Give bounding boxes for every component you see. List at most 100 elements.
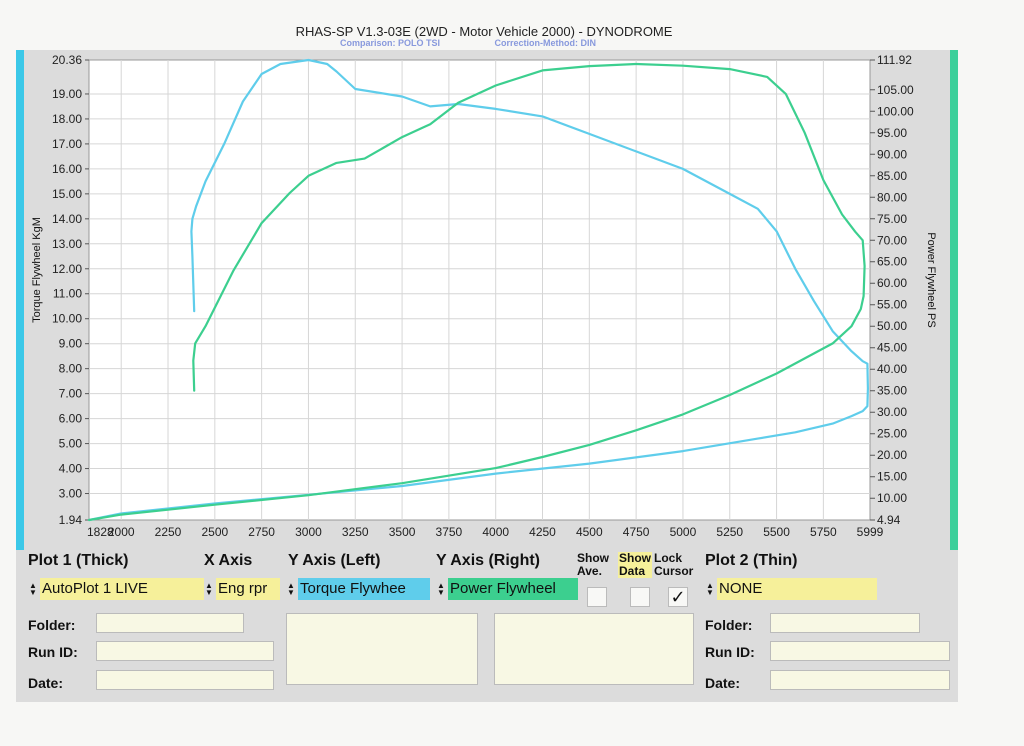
x-tick-label: 2500 xyxy=(201,525,228,539)
x-tick-label: 3000 xyxy=(295,525,322,539)
notes-box-left[interactable] xyxy=(286,613,478,685)
runid-label: Run ID: xyxy=(28,644,78,660)
xaxis-label: X Axis xyxy=(204,552,253,569)
y-tick-label: 12.00 xyxy=(52,262,82,276)
x-tick-label: 5750 xyxy=(810,525,837,539)
y2-tick-label: 70.00 xyxy=(877,233,907,247)
y2-tick-label: 60.00 xyxy=(877,276,907,290)
y-tick-label: 16.00 xyxy=(52,162,82,176)
x-tick-label: 3250 xyxy=(342,525,369,539)
plot2-select[interactable]: ▲ ▼ NONE xyxy=(705,578,877,600)
y2-tick-label: 30.00 xyxy=(877,405,907,419)
y-tick-label: 7.00 xyxy=(59,387,83,401)
folder2-input[interactable] xyxy=(770,613,920,633)
folder2-label: Folder: xyxy=(705,617,753,633)
xaxis-select[interactable]: ▲ ▼ Eng rpr xyxy=(204,578,280,600)
date-label: Date: xyxy=(28,675,64,691)
y2-tick-label: 90.00 xyxy=(877,147,907,161)
check-icon: ✓ xyxy=(670,587,686,607)
plot2-value: NONE xyxy=(717,578,877,600)
x-tick-label: 2250 xyxy=(155,525,182,539)
y2-tick-label: 4.94 xyxy=(877,513,901,527)
xaxis-value: Eng rpr xyxy=(216,578,280,600)
x-tick-label: 2000 xyxy=(108,525,135,539)
notes-box-right[interactable] xyxy=(494,613,694,685)
y2-axis-label: Power Flywheel PS xyxy=(925,232,937,327)
y2-tick-label: 10.00 xyxy=(877,491,907,505)
x-tick-label: 3500 xyxy=(389,525,416,539)
y2-tick-label: 55.00 xyxy=(877,298,907,312)
y2-tick-label: 25.00 xyxy=(877,427,907,441)
y2-tick-label: 85.00 xyxy=(877,169,907,183)
y2-tick-label: 75.00 xyxy=(877,212,907,226)
y2-tick-label: 15.00 xyxy=(877,470,907,484)
spinner-arrows-icon[interactable]: ▲ ▼ xyxy=(705,582,715,597)
y-tick-label: 14.00 xyxy=(52,212,82,226)
show-data-label: Show Data xyxy=(618,551,652,578)
y2-tick-label: 50.00 xyxy=(877,319,907,333)
plot1-label: Plot 1 (Thick) xyxy=(28,552,129,569)
x-tick-label: 4500 xyxy=(576,525,603,539)
spinner-arrows-icon[interactable]: ▲ ▼ xyxy=(28,582,38,597)
plot1-select[interactable]: ▲ ▼ AutoPlot 1 LIVE xyxy=(28,578,204,600)
y2-tick-label: 80.00 xyxy=(877,190,907,204)
y2-tick-label: 111.92 xyxy=(877,53,912,67)
y2-tick-label: 105.00 xyxy=(877,83,914,97)
y2-tick-label: 35.00 xyxy=(877,384,907,398)
y2-tick-label: 40.00 xyxy=(877,362,907,376)
y-tick-label: 8.00 xyxy=(59,362,83,376)
date2-label: Date: xyxy=(705,675,741,691)
y-tick-label: 18.00 xyxy=(52,112,82,126)
runid2-input[interactable] xyxy=(770,641,950,661)
control-panel: Plot 1 (Thick) X Axis Y Axis (Left) Y Ax… xyxy=(16,550,958,702)
y-tick-label: 13.00 xyxy=(52,237,82,251)
x-tick-label: 4000 xyxy=(482,525,509,539)
y-tick-label: 1.94 xyxy=(59,513,83,527)
y2-tick-label: 45.00 xyxy=(877,341,907,355)
plot2-label: Plot 2 (Thin) xyxy=(705,552,798,569)
plot1-value: AutoPlot 1 LIVE xyxy=(40,578,204,600)
y2-tick-label: 20.00 xyxy=(877,448,907,462)
show-ave-label: Show Ave. xyxy=(577,551,609,578)
date-input[interactable] xyxy=(96,670,274,690)
y-tick-label: 6.00 xyxy=(59,412,83,426)
spinner-arrows-icon[interactable]: ▲ ▼ xyxy=(286,582,296,597)
x-tick-label: 5500 xyxy=(763,525,790,539)
y-axis-label: Torque Flywheel KgM xyxy=(31,217,43,323)
date2-input[interactable] xyxy=(770,670,950,690)
yleft-select[interactable]: ▲ ▼ Torque Flywhee xyxy=(286,578,430,600)
x-tick-label: 4250 xyxy=(529,525,556,539)
plot-area xyxy=(88,59,871,521)
y-tick-label: 9.00 xyxy=(59,337,83,351)
spinner-arrows-icon[interactable]: ▲ ▼ xyxy=(204,582,214,597)
y-tick-label: 3.00 xyxy=(59,487,83,501)
y2-tick-label: 95.00 xyxy=(877,126,907,140)
x-tick-label: 5999 xyxy=(857,525,884,539)
y-tick-label: 17.00 xyxy=(52,137,82,151)
y-tick-label: 15.00 xyxy=(52,187,82,201)
runid2-label: Run ID: xyxy=(705,644,755,660)
x-tick-label: 5250 xyxy=(716,525,743,539)
spinner-arrows-icon[interactable]: ▲ ▼ xyxy=(436,582,446,597)
x-tick-label: 4750 xyxy=(623,525,650,539)
lock-cursor-label: Lock Cursor xyxy=(654,551,694,578)
yright-value: Power Flywheel xyxy=(448,578,578,600)
show-data-checkbox[interactable] xyxy=(630,587,650,607)
y-tick-label: 11.00 xyxy=(53,287,82,301)
dyno-chart[interactable]: 18282000 2250 2500 2750 3000 3250 3500 3750 4000… xyxy=(0,0,1024,560)
runid-input[interactable] xyxy=(96,641,274,661)
y-tick-label: 10.00 xyxy=(52,312,82,326)
yleft-value: Torque Flywhee xyxy=(298,578,430,600)
y2-tick-label: 65.00 xyxy=(877,255,907,269)
x-tick-label: 3750 xyxy=(436,525,463,539)
y-tick-label: 19.00 xyxy=(52,87,82,101)
y-tick-label: 20.36 xyxy=(52,53,82,67)
yleft-label: Y Axis (Left) xyxy=(288,552,381,569)
y2-tick-label: 100.00 xyxy=(877,104,914,118)
lock-cursor-checkbox[interactable]: ✓ xyxy=(668,587,688,607)
yright-select[interactable]: ▲ ▼ Power Flywheel xyxy=(436,578,578,600)
x-tick-label: 5000 xyxy=(670,525,697,539)
show-ave-checkbox[interactable] xyxy=(587,587,607,607)
folder-label: Folder: xyxy=(28,617,76,633)
folder-input[interactable] xyxy=(96,613,244,633)
